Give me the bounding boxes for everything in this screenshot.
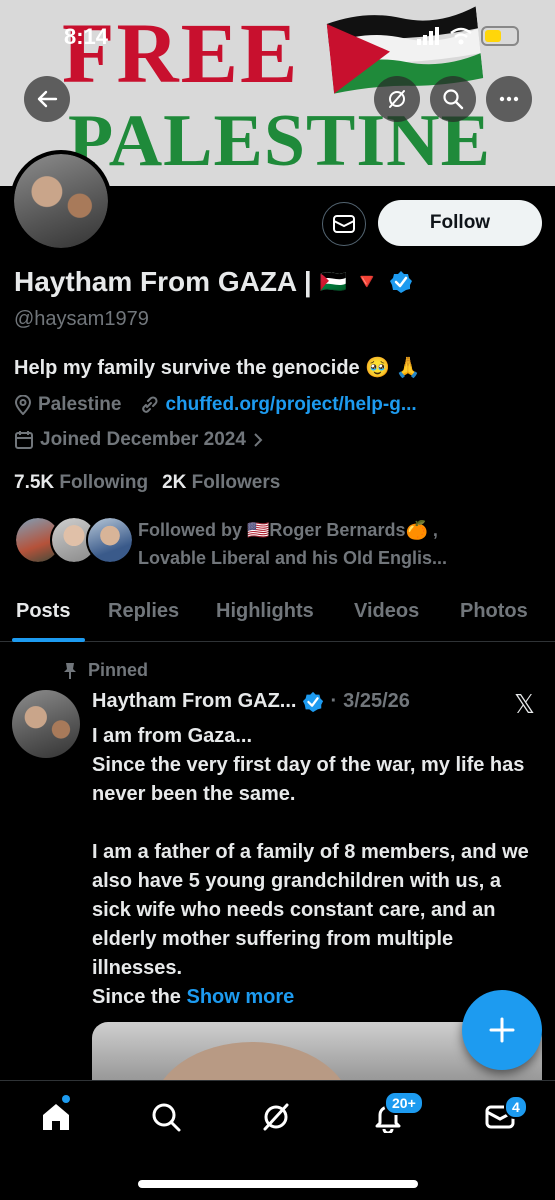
pinned-text: Pinned (88, 660, 149, 680)
post-header: Haytham From GAZ... · 3/25/26 (92, 690, 410, 713)
post-avatar[interactable] (12, 690, 80, 758)
nav-home[interactable] (38, 1099, 74, 1135)
notifications-badge: 20+ (384, 1091, 424, 1115)
followed-by-line1: Followed by 🇺🇸Roger Bernards🍊 , (138, 520, 438, 540)
plus-icon (489, 1017, 515, 1043)
location-icon (14, 395, 32, 415)
banner-text-palestine: PALESTINE (68, 100, 491, 182)
back-button[interactable] (24, 76, 70, 122)
x-logo-icon: 𝕏 (514, 690, 535, 720)
post-line-last: Since the Show more (92, 983, 532, 1012)
nav-search[interactable] (148, 1099, 184, 1135)
more-icon (499, 96, 519, 102)
profile-name: Haytham From GAZA | 🇵🇸 🔻 (14, 266, 413, 298)
home-indicator (138, 1180, 418, 1188)
followers-label: Followers (191, 472, 281, 493)
chevron-right-icon (254, 433, 263, 447)
search-button[interactable] (430, 76, 476, 122)
compose-post-button[interactable] (462, 990, 542, 1070)
status-time: 8:14 (64, 24, 109, 49)
tab-replies[interactable]: Replies (108, 600, 179, 623)
pin-icon (64, 662, 76, 679)
message-button[interactable] (322, 202, 366, 246)
profile-handle: @haysam1979 (14, 308, 149, 330)
show-more-link[interactable]: Show more (186, 986, 294, 1008)
profile-location: Palestine (38, 394, 122, 415)
home-unread-dot (62, 1095, 70, 1103)
status-icons (417, 26, 519, 46)
grok-icon (263, 1103, 289, 1131)
avatar-image (14, 154, 108, 248)
tab-posts[interactable]: Posts (16, 600, 70, 623)
profile-avatar[interactable] (10, 150, 112, 252)
search-icon (443, 89, 464, 110)
battery-icon (481, 26, 519, 46)
grok-button[interactable] (374, 76, 420, 122)
profile-tabs: Posts Replies Highlights Videos Photos (0, 592, 555, 642)
post-last-line-text: Since the (92, 986, 181, 1008)
calendar-icon (15, 431, 33, 449)
tab-videos[interactable]: Videos (354, 600, 419, 623)
profile-stats: 7.5K Following 2K Followers (14, 472, 280, 494)
active-tab-indicator (12, 638, 85, 642)
signal-icon (417, 27, 439, 45)
banner-text-free: FREE (62, 5, 300, 101)
post-line: Since the very first day of the war, my … (92, 754, 525, 805)
post-author[interactable]: Haytham From GAZ... (92, 690, 296, 713)
following-count: 7.5K (14, 472, 55, 493)
tab-photos[interactable]: Photos (460, 600, 528, 623)
envelope-icon (333, 215, 355, 233)
followed-by-text[interactable]: Followed by 🇺🇸Roger Bernards🍊 , Lovable … (138, 516, 447, 572)
followers-link[interactable]: 2K Followers (162, 472, 280, 494)
post-separator: · (330, 690, 338, 712)
search-icon (152, 1103, 181, 1132)
post-line: I am from Gaza... (92, 725, 253, 747)
profile-name-text: Haytham From GAZA | (14, 266, 312, 297)
following-label: Following (59, 472, 149, 493)
following-link[interactable]: 7.5K Following (14, 472, 148, 494)
profile-link[interactable]: chuffed.org/project/help-g... (165, 394, 416, 416)
verified-badge-icon (303, 691, 324, 712)
followed-by-line2: Lovable Liberal and his Old Englis... (138, 548, 448, 568)
post-date[interactable]: 3/25/26 (343, 690, 410, 713)
verified-badge-icon (389, 271, 412, 293)
more-options-button[interactable] (486, 76, 532, 122)
profile-bio: Help my family survive the genocide 🥹 🙏 (14, 357, 421, 379)
link-icon (142, 396, 158, 413)
pinned-label: Pinned (62, 660, 148, 681)
home-icon (43, 1104, 69, 1130)
grok-icon (389, 90, 405, 108)
followers-count: 2K (162, 472, 187, 493)
follower-avatar (86, 516, 134, 564)
messages-badge: 4 (504, 1095, 528, 1119)
follow-button[interactable]: Follow (378, 200, 542, 246)
profile-name-emoji: 🇵🇸 🔻 (319, 269, 381, 294)
post-line: I am a father of a family of 8 members, … (92, 841, 529, 979)
nav-grok[interactable] (258, 1099, 294, 1135)
arrow-left-icon (37, 90, 58, 108)
followed-by-avatars[interactable] (14, 516, 134, 564)
post-line (92, 809, 532, 838)
tab-highlights[interactable]: Highlights (216, 600, 314, 623)
profile-joined-row[interactable]: Joined December 2024 (14, 429, 264, 451)
profile-joined: Joined December 2024 (40, 429, 246, 450)
post-text[interactable]: I am from Gaza... Since the very first d… (92, 722, 532, 1012)
wifi-icon (450, 27, 472, 45)
profile-meta-row: Palestine chuffed.org/project/help-g... (14, 394, 417, 416)
